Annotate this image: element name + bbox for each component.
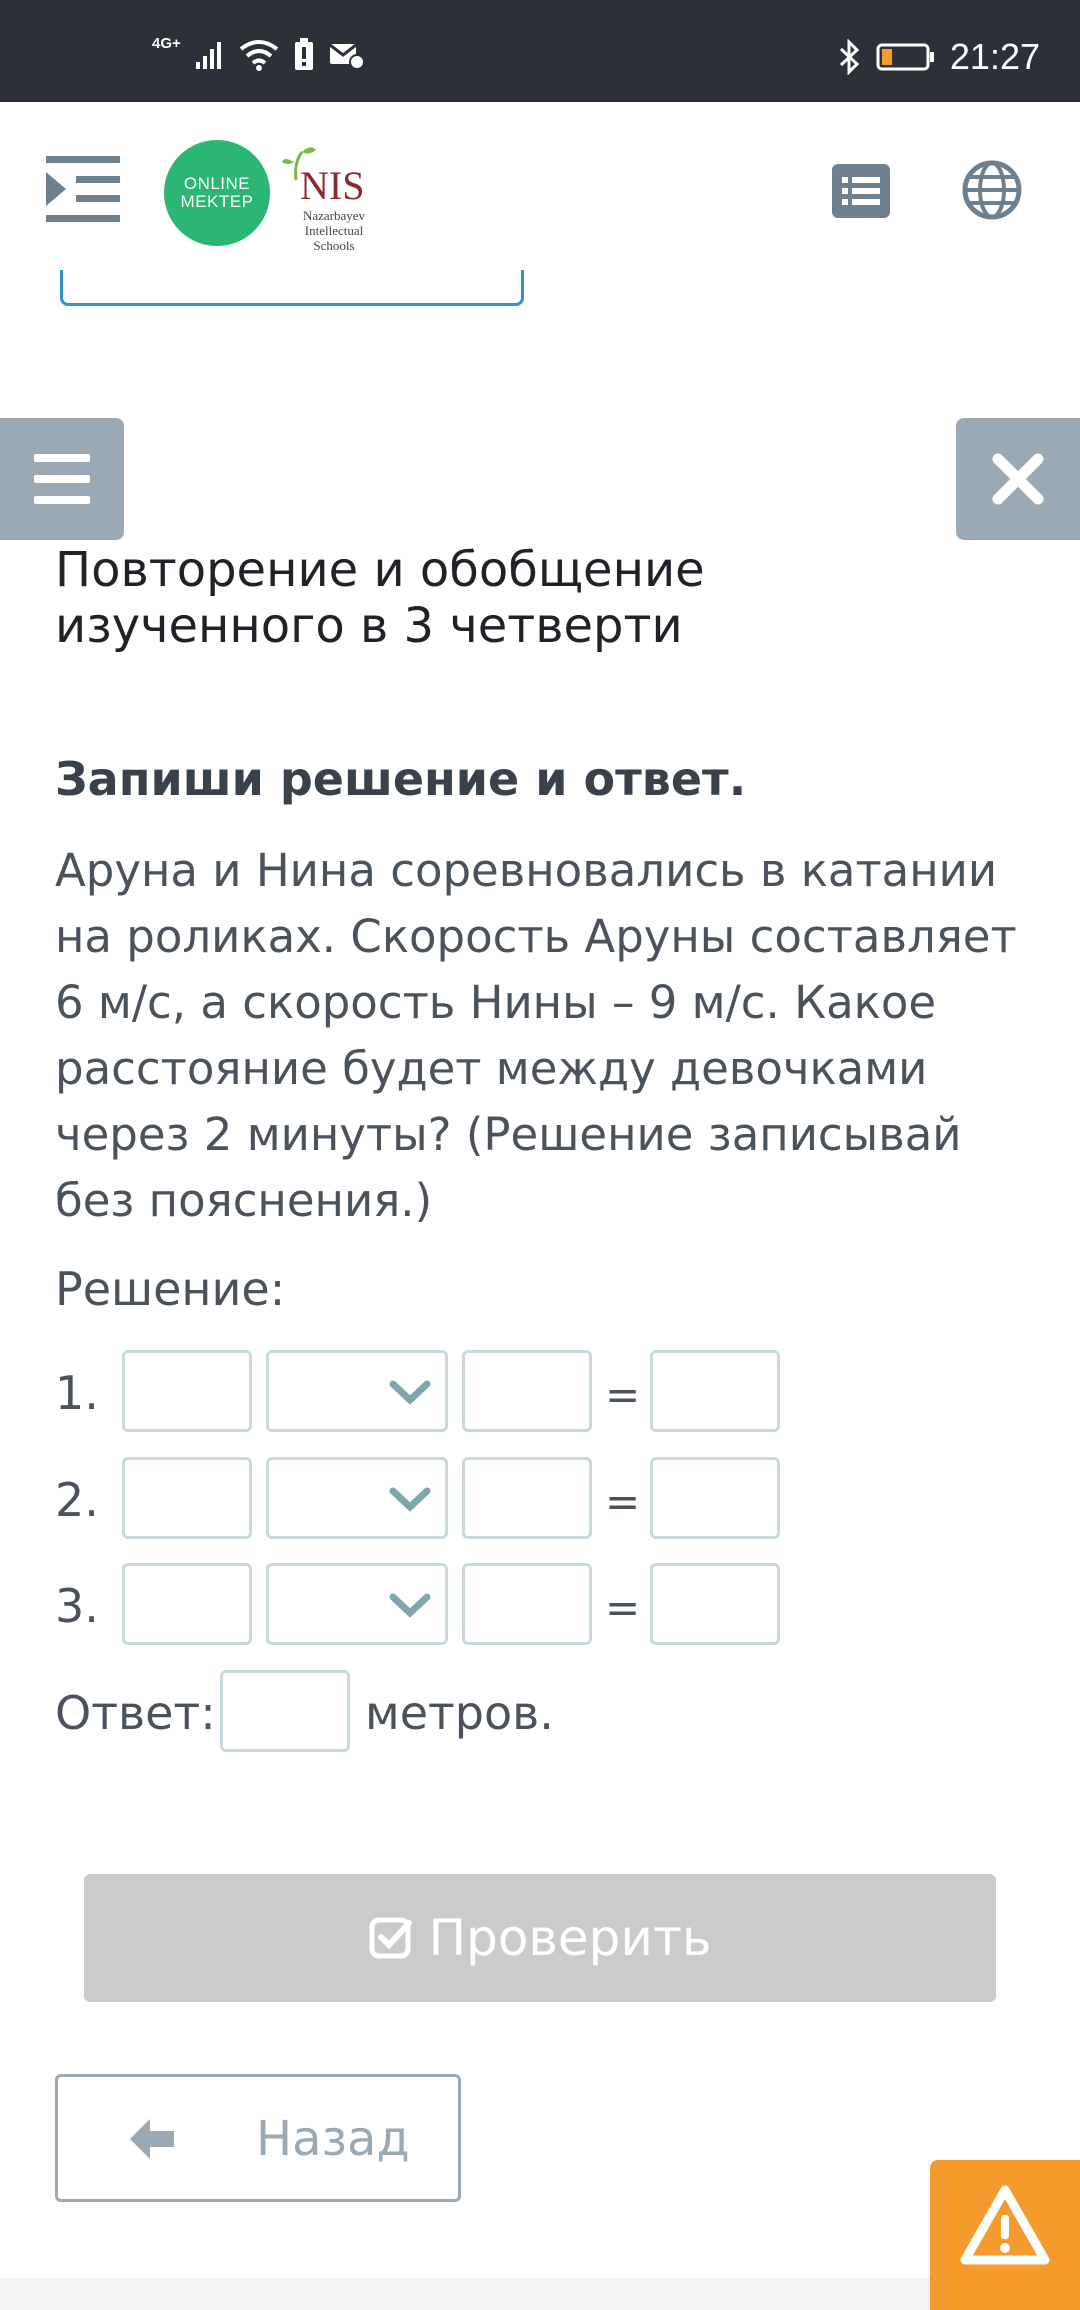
- operand1-input[interactable]: [122, 1563, 252, 1645]
- answer-input[interactable]: [220, 1670, 350, 1752]
- list-icon: [842, 177, 880, 205]
- equals-sign: =: [605, 1370, 641, 1419]
- operand2-input[interactable]: [462, 1563, 592, 1645]
- status-time: 21:27: [949, 36, 1040, 77]
- operand2-input[interactable]: [462, 1350, 592, 1432]
- logo-line1: ONLINE: [183, 174, 251, 193]
- operand2-input[interactable]: [462, 1457, 592, 1539]
- answer-label: Ответ:: [55, 1686, 216, 1740]
- back-label: Назад: [256, 2111, 410, 2167]
- check-label: Проверить: [428, 1909, 712, 1967]
- result-input[interactable]: [650, 1350, 780, 1432]
- bluetooth-icon: [839, 39, 860, 75]
- report-problem-button[interactable]: [930, 2160, 1080, 2310]
- online-mektep-logo[interactable]: ONLINE MEKTEP: [164, 140, 270, 246]
- previous-block-edge: [60, 270, 524, 306]
- message-settings-icon: [328, 43, 365, 70]
- solution-label: Решение:: [55, 1262, 286, 1316]
- operator-select[interactable]: [266, 1350, 448, 1432]
- globe-icon[interactable]: [962, 160, 1022, 220]
- result-input[interactable]: [650, 1563, 780, 1645]
- check-square-icon: [369, 1917, 412, 1959]
- nis-logo: NIS Nazarbayev Intellectual Schools: [276, 142, 376, 253]
- hamburger-icon: [34, 454, 90, 504]
- close-icon: [992, 453, 1044, 505]
- equals-sign: =: [605, 1583, 641, 1632]
- task-heading: Запиши решение и ответ.: [55, 752, 747, 806]
- result-input[interactable]: [650, 1457, 780, 1539]
- row-number: 3.: [55, 1579, 99, 1633]
- nis-subtitle: Nazarbayev Intellectual Schools: [302, 208, 366, 253]
- chevron-down-icon: [389, 1593, 431, 1618]
- check-button[interactable]: Проверить: [84, 1874, 996, 2002]
- battery-alert-icon: [294, 38, 313, 70]
- equals-sign: =: [605, 1477, 641, 1526]
- operator-select[interactable]: [266, 1457, 448, 1539]
- operator-select[interactable]: [266, 1563, 448, 1645]
- wifi-icon: [239, 40, 279, 71]
- chevron-down-icon: [389, 1487, 431, 1512]
- network-type: 4G+: [152, 34, 181, 52]
- bottom-strip: [0, 2278, 930, 2310]
- lesson-title: Повторение и обобщение изученного в 3 че…: [55, 542, 705, 654]
- warning-icon: [960, 2185, 1050, 2265]
- app-header: ONLINE MEKTEP NIS Nazarbayev Intellectua…: [0, 102, 1080, 282]
- list-button[interactable]: [832, 164, 890, 218]
- status-left-icons: 4G+: [152, 34, 365, 72]
- side-close-button[interactable]: [956, 418, 1080, 540]
- status-right-icons: 21:27: [838, 36, 1040, 78]
- signal-icon: [195, 42, 221, 69]
- side-menu-button[interactable]: [0, 418, 124, 540]
- chevron-down-icon: [389, 1380, 431, 1405]
- status-bar: 4G+ 21:27: [0, 0, 1080, 102]
- row-number: 2.: [55, 1473, 99, 1527]
- task-text: Аруна и Нина соревновались в катании на …: [55, 844, 1017, 1227]
- menu-indent-icon[interactable]: [46, 154, 120, 224]
- operand1-input[interactable]: [122, 1457, 252, 1539]
- operand1-input[interactable]: [122, 1350, 252, 1432]
- logo-line2: MEKTEP: [180, 192, 254, 211]
- arrow-left-icon: [130, 2119, 174, 2159]
- nis-text: NIS: [300, 163, 365, 208]
- battery-icon: [876, 43, 934, 71]
- back-button[interactable]: Назад: [55, 2074, 461, 2202]
- answer-unit: метров.: [365, 1686, 554, 1740]
- row-number: 1.: [55, 1366, 99, 1420]
